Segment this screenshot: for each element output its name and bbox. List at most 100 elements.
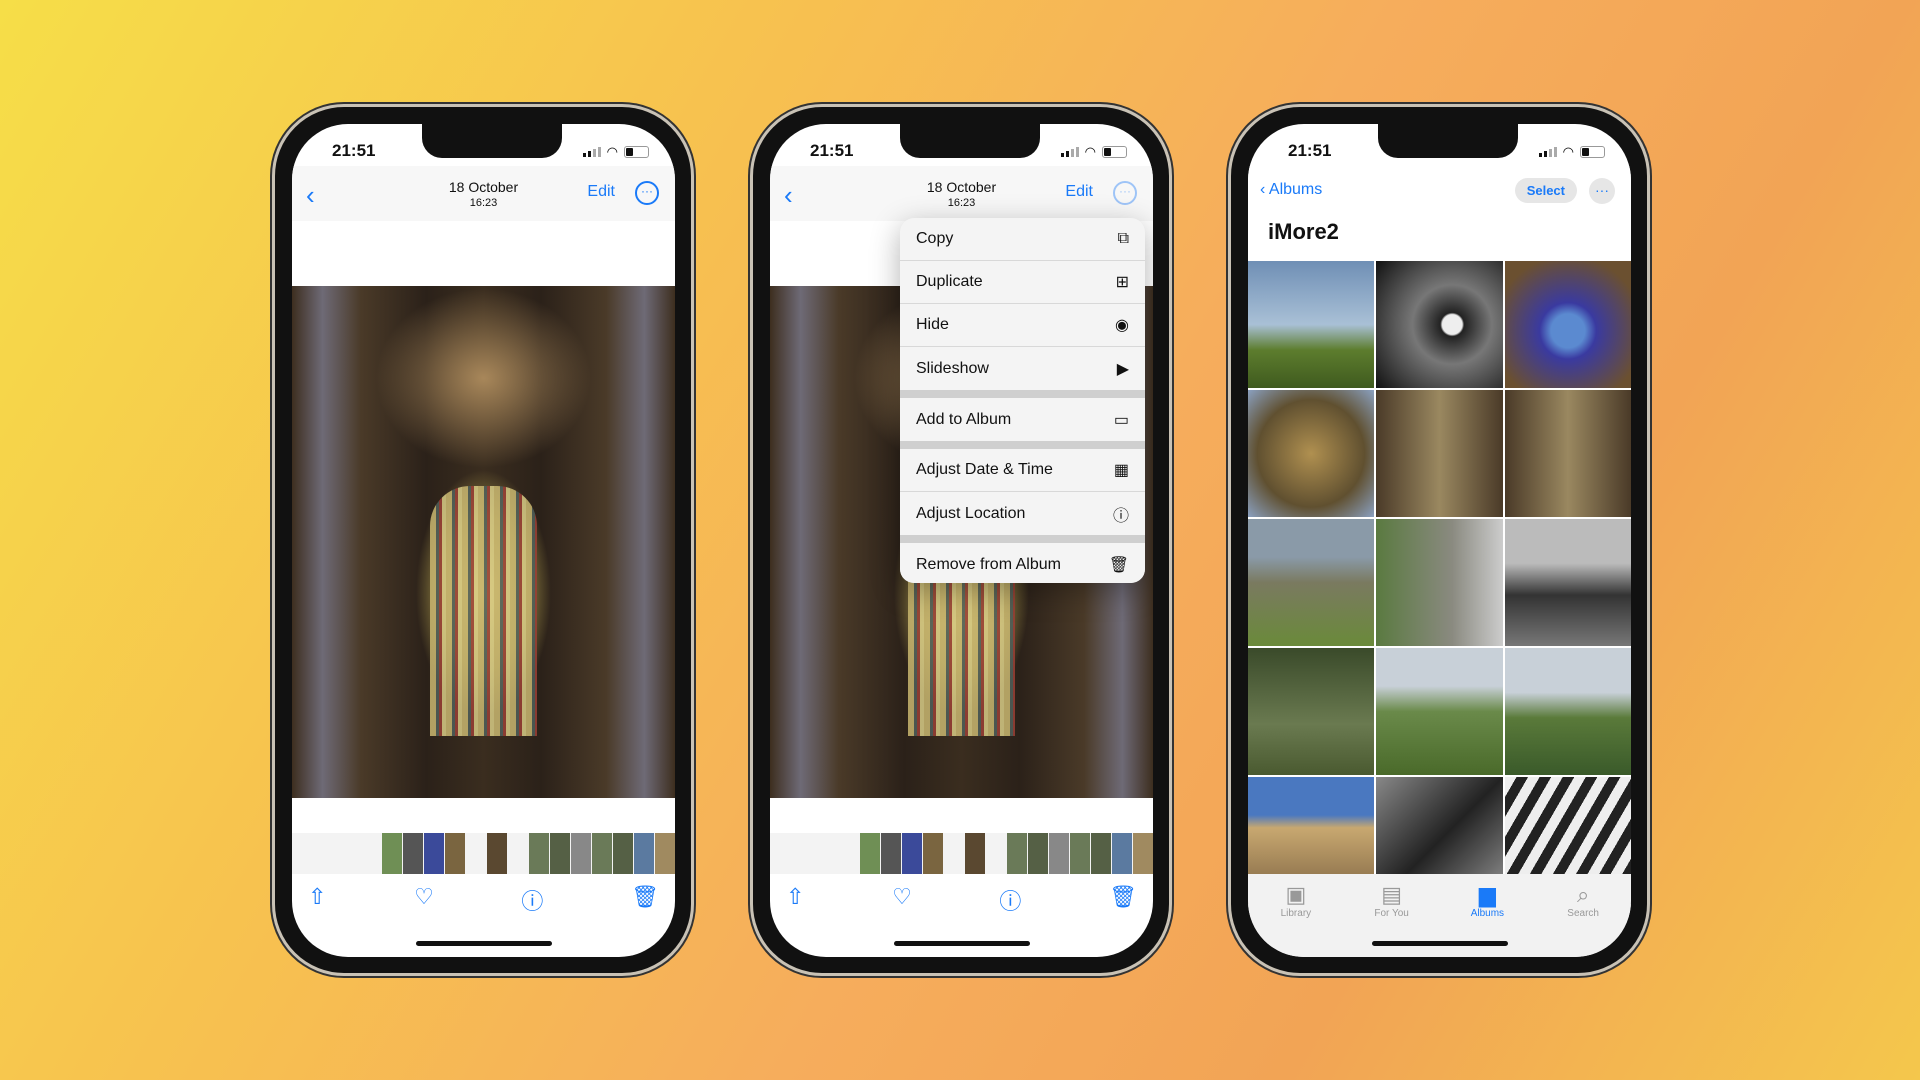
trash-icon: 🗑: [1108, 556, 1129, 574]
battery-icon: [1102, 146, 1127, 158]
calendar-icon: ▦: [1113, 462, 1129, 479]
tab-library[interactable]: ▣ Library: [1261, 882, 1331, 957]
photo-thumbnail[interactable]: [1504, 390, 1631, 517]
menu-label: Duplicate: [916, 273, 983, 290]
tab-label: Library: [1280, 908, 1312, 919]
battery-icon: [1580, 146, 1605, 158]
status-time: 21:51: [1288, 141, 1332, 160]
share-icon[interactable]: ⇧: [786, 884, 804, 916]
more-button[interactable]: ···: [635, 181, 659, 205]
cathedral-photo: [292, 286, 675, 798]
menu-divider: [900, 535, 1145, 543]
menu-label: Slideshow: [916, 359, 989, 377]
phone-context-menu: 21:51 ◠ ‹ 18 October 16:23 Edit ··· Copy ⧉…: [750, 104, 1172, 976]
tab-label: Search: [1567, 908, 1599, 919]
back-label: Albums: [1268, 181, 1323, 198]
menu-label: Adjust Location: [916, 504, 1026, 522]
time-label: 16:23: [947, 197, 976, 209]
photo-thumbnail[interactable]: [1376, 519, 1503, 646]
heart-icon[interactable]: ♡: [892, 884, 912, 916]
photo-thumbnail[interactable]: [1248, 390, 1375, 517]
status-icons: ◠: [1538, 144, 1605, 160]
notch: [900, 124, 1040, 158]
thumbnail-strip[interactable]: [770, 833, 1153, 874]
eye-slash-icon: ◉: [1115, 317, 1129, 334]
library-icon: ▣: [1285, 882, 1307, 907]
menu-label: Adjust Date & Time: [916, 461, 1053, 478]
share-icon[interactable]: ⇧: [308, 884, 326, 916]
more-button[interactable]: ···: [1589, 178, 1615, 204]
tab-label: For You: [1374, 908, 1409, 919]
home-indicator: [894, 941, 1030, 946]
photo-thumbnail[interactable]: [1376, 390, 1503, 517]
heart-icon[interactable]: ♡: [414, 884, 434, 916]
trash-icon[interactable]: 🗑: [631, 884, 659, 916]
phone-photo-viewer: 21:51 ◠ ‹ 18 October 16:23 Edit ··· ⇧ ♡ ⓘ…: [272, 104, 694, 976]
copy-icon: ⧉: [1117, 230, 1129, 247]
menu-label: Hide: [916, 316, 949, 333]
wifi-icon: ◠: [606, 144, 618, 159]
phone-album: 21:51 ◠ ‹ Albums Select ··· iMore2 ▣ Libr…: [1228, 104, 1650, 976]
signal-icon: [582, 147, 601, 157]
status-time: 21:51: [332, 141, 376, 160]
menu-item-hide[interactable]: Hide ◉: [900, 304, 1145, 347]
album-title: iMore2: [1268, 219, 1339, 244]
battery-icon: [624, 146, 649, 158]
wifi-icon: ◠: [1562, 144, 1574, 159]
photo-date: 18 October 16:23: [770, 179, 1153, 209]
nav-bar: ‹ 18 October 16:23 Edit ···: [770, 166, 1153, 221]
edit-button[interactable]: Edit: [1065, 183, 1093, 201]
menu-divider: [900, 441, 1145, 449]
info-icon[interactable]: ⓘ: [999, 884, 1021, 916]
play-icon: ▶: [1116, 360, 1129, 378]
menu-item-adjust-location[interactable]: Adjust Location ⓘ: [900, 492, 1145, 535]
menu-item-slideshow[interactable]: Slideshow ▶: [900, 347, 1145, 390]
home-indicator: [416, 941, 552, 946]
more-button[interactable]: ···: [1113, 181, 1137, 205]
photo-thumbnail[interactable]: [1504, 261, 1631, 388]
chevron-left-icon: ‹: [1260, 181, 1269, 198]
photo-toolbar: ⇧ ♡ ⓘ 🗑: [292, 884, 675, 916]
photo-toolbar: ⇧ ♡ ⓘ 🗑: [770, 884, 1153, 916]
status-time: 21:51: [810, 141, 854, 160]
menu-label: Copy: [916, 230, 954, 247]
search-icon: ⌕: [1576, 882, 1590, 907]
photo-grid: [1248, 261, 1631, 904]
photo-date: 18 October 16:23: [292, 179, 675, 209]
select-button[interactable]: Select: [1514, 178, 1577, 203]
back-to-albums-button[interactable]: ‹ Albums: [1260, 181, 1322, 199]
menu-label: Add to Album: [916, 410, 1012, 428]
date-label: 18 October: [926, 179, 997, 195]
menu-divider: [900, 390, 1145, 398]
menu-item-copy[interactable]: Copy ⧉: [900, 218, 1145, 261]
add-album-icon: ▭: [1113, 411, 1129, 429]
wifi-icon: ◠: [1084, 144, 1096, 159]
notch: [1378, 124, 1518, 158]
menu-item-duplicate[interactable]: Duplicate ⊞: [900, 261, 1145, 304]
tab-search[interactable]: ⌕ Search: [1548, 882, 1618, 957]
nav-bar: ‹ 18 October 16:23 Edit ···: [292, 166, 675, 221]
photo-thumbnail[interactable]: [1248, 648, 1375, 775]
menu-label: Remove from Album: [916, 555, 1061, 573]
photo-thumbnail[interactable]: [1376, 648, 1503, 775]
photo-thumbnail[interactable]: [1248, 261, 1375, 388]
status-icons: ◠: [1060, 144, 1127, 160]
menu-item-add-to-album[interactable]: Add to Album ▭: [900, 398, 1145, 441]
nav-bar: ‹ Albums Select ···: [1248, 166, 1631, 221]
menu-item-remove-from-album[interactable]: Remove from Album 🗑: [900, 543, 1145, 583]
time-label: 16:23: [469, 197, 498, 209]
info-icon[interactable]: ⓘ: [521, 884, 543, 916]
thumbnail-strip[interactable]: [292, 833, 675, 874]
trash-icon[interactable]: 🗑: [1109, 884, 1137, 916]
photo-thumbnail[interactable]: [1504, 648, 1631, 775]
tab-label: Albums: [1470, 908, 1505, 919]
photo-thumbnail[interactable]: [1376, 261, 1503, 388]
location-icon: ⓘ: [1112, 507, 1129, 525]
menu-item-adjust-date[interactable]: Adjust Date & Time ▦: [900, 449, 1145, 492]
home-indicator: [1372, 941, 1508, 946]
status-icons: ◠: [582, 144, 649, 160]
photo-thumbnail[interactable]: [1504, 519, 1631, 646]
edit-button[interactable]: Edit: [587, 183, 615, 201]
photo-thumbnail[interactable]: [1248, 519, 1375, 646]
albums-icon: ▆: [1478, 882, 1496, 907]
